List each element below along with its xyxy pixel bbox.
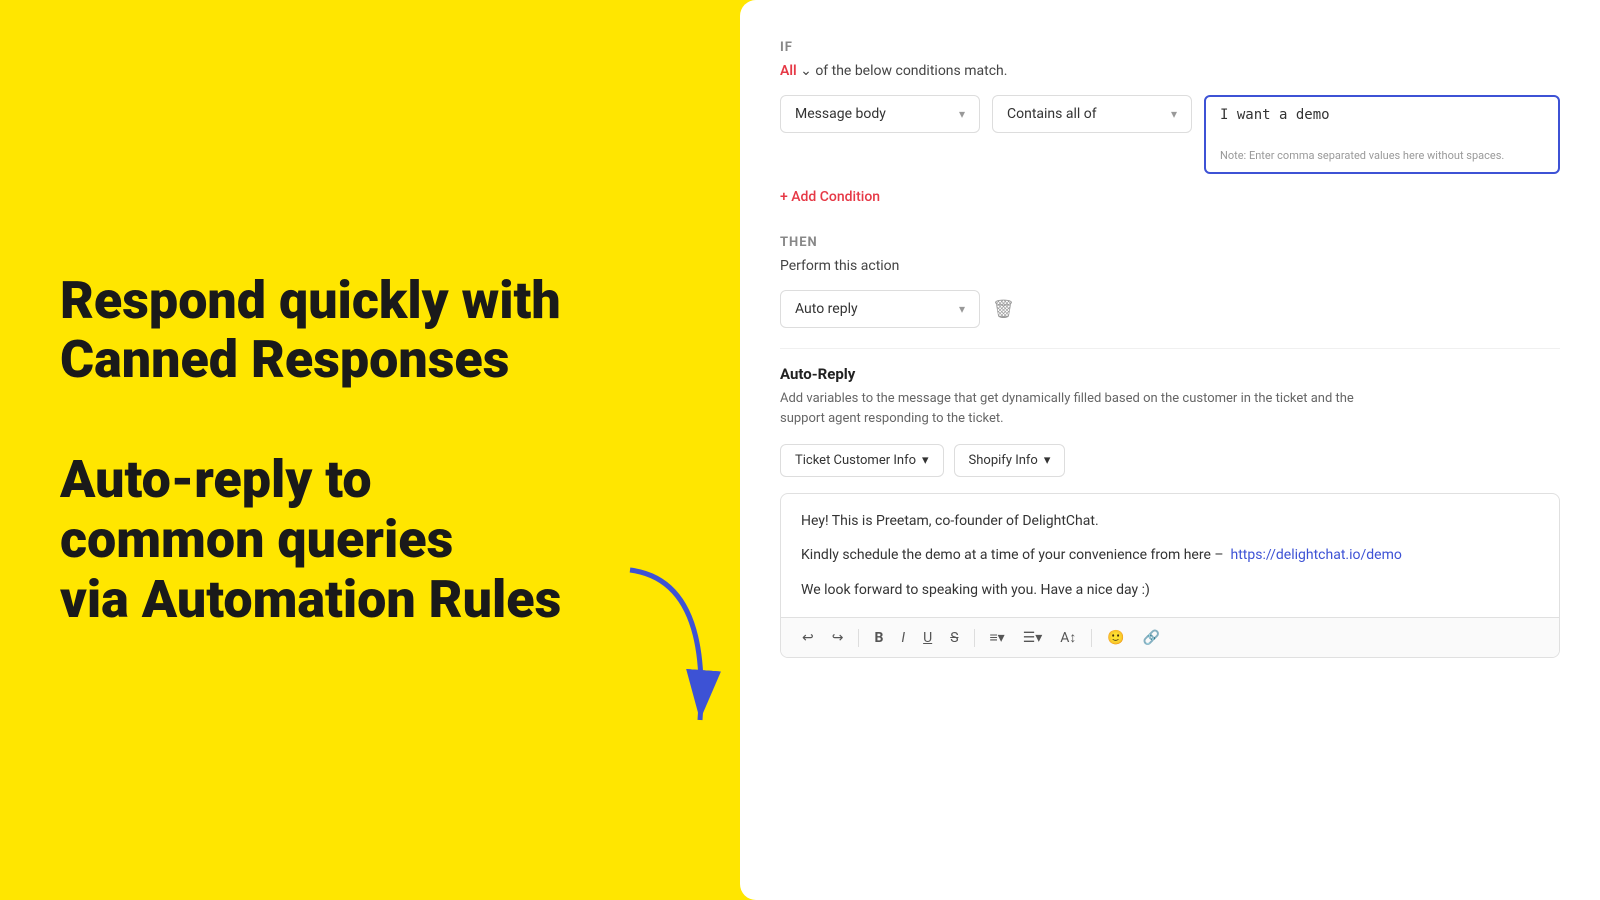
auto-reply-dropdown[interactable]: Auto reply ▾ [780, 290, 980, 328]
auto-reply-desc: Add variables to the message that get dy… [780, 389, 1380, 428]
chevron-down-icon: ▾ [959, 302, 965, 316]
action-row: Auto reply ▾ 🗑 [780, 290, 1560, 328]
add-condition-link[interactable]: + Add Condition [780, 189, 880, 205]
auto-reply-title: Auto-Reply [780, 365, 1560, 383]
chevron-down-icon: ▾ [1044, 453, 1051, 468]
shopify-info-button[interactable]: Shopify Info ▾ [954, 444, 1066, 477]
blue-arrow [610, 560, 730, 740]
right-panel: IF All ⌄ of the below conditions match. … [740, 0, 1600, 900]
message-body-dropdown[interactable]: Message body ▾ [780, 95, 980, 133]
subheadline: Auto-reply tocommon queriesvia Automatio… [60, 450, 620, 629]
link-button[interactable]: 🔗 [1138, 627, 1165, 649]
message-line-2: Kindly schedule the demo at a time of yo… [801, 544, 1539, 566]
all-link[interactable]: All [780, 63, 797, 79]
message-link[interactable]: https://delightchat.io/demo [1231, 547, 1402, 563]
left-panel: Respond quickly withCanned Responses Aut… [60, 0, 620, 900]
unordered-list-button[interactable]: ☰▾ [1018, 627, 1048, 649]
undo-button[interactable]: ↩ [797, 627, 819, 649]
condition-value-textarea[interactable] [1220, 107, 1544, 139]
headline: Respond quickly withCanned Responses [60, 271, 620, 391]
redo-button[interactable]: ↪ [827, 627, 849, 649]
toolbar-divider [858, 629, 859, 647]
message-body-area[interactable]: Hey! This is Preetam, co-founder of Deli… [781, 494, 1559, 617]
variables-row: Ticket Customer Info ▾ Shopify Info ▾ [780, 444, 1560, 477]
editor-toolbar: ↩ ↪ B I U S ≡▾ ☰▾ A↕ 🙂 🔗 [781, 617, 1559, 657]
chevron-down-icon: ▾ [1171, 107, 1177, 121]
perform-action-text: Perform this action [780, 258, 1560, 274]
if-label: IF [780, 40, 1560, 55]
strikethrough-button[interactable]: S [945, 627, 963, 649]
emoji-button[interactable]: 🙂 [1102, 627, 1129, 649]
then-label: THEN [780, 235, 1560, 250]
chevron-down-icon: ▾ [922, 453, 929, 468]
condition-dropdowns-row: Message body ▾ Contains all of ▾ Note: E… [780, 95, 1560, 174]
toolbar-divider-2 [974, 629, 975, 647]
delete-action-button[interactable]: 🗑 [992, 299, 1015, 320]
chevron-down-icon: ▾ [959, 107, 965, 121]
input-note: Note: Enter comma separated values here … [1220, 149, 1544, 162]
ordered-list-button[interactable]: ≡▾ [985, 626, 1010, 649]
ticket-customer-info-button[interactable]: Ticket Customer Info ▾ [780, 444, 944, 477]
message-editor: Hey! This is Preetam, co-founder of Deli… [780, 493, 1560, 658]
auto-reply-section: Auto-Reply Add variables to the message … [780, 348, 1560, 658]
message-line-1: Hey! This is Preetam, co-founder of Deli… [801, 510, 1539, 532]
condition-row: All ⌄ of the below conditions match. [780, 63, 1560, 79]
bold-button[interactable]: B [869, 627, 888, 649]
italic-button[interactable]: I [896, 627, 910, 649]
underline-button[interactable]: U [918, 627, 937, 649]
then-section: THEN Perform this action [780, 235, 1560, 274]
contains-all-of-dropdown[interactable]: Contains all of ▾ [992, 95, 1192, 133]
condition-value-input[interactable]: Note: Enter comma separated values here … [1204, 95, 1560, 174]
conditions-suffix: of the below conditions match. [815, 63, 1007, 79]
message-line-3: We look forward to speaking with you. Ha… [801, 579, 1539, 601]
font-size-button[interactable]: A↕ [1055, 626, 1081, 649]
toolbar-divider-3 [1091, 629, 1092, 647]
